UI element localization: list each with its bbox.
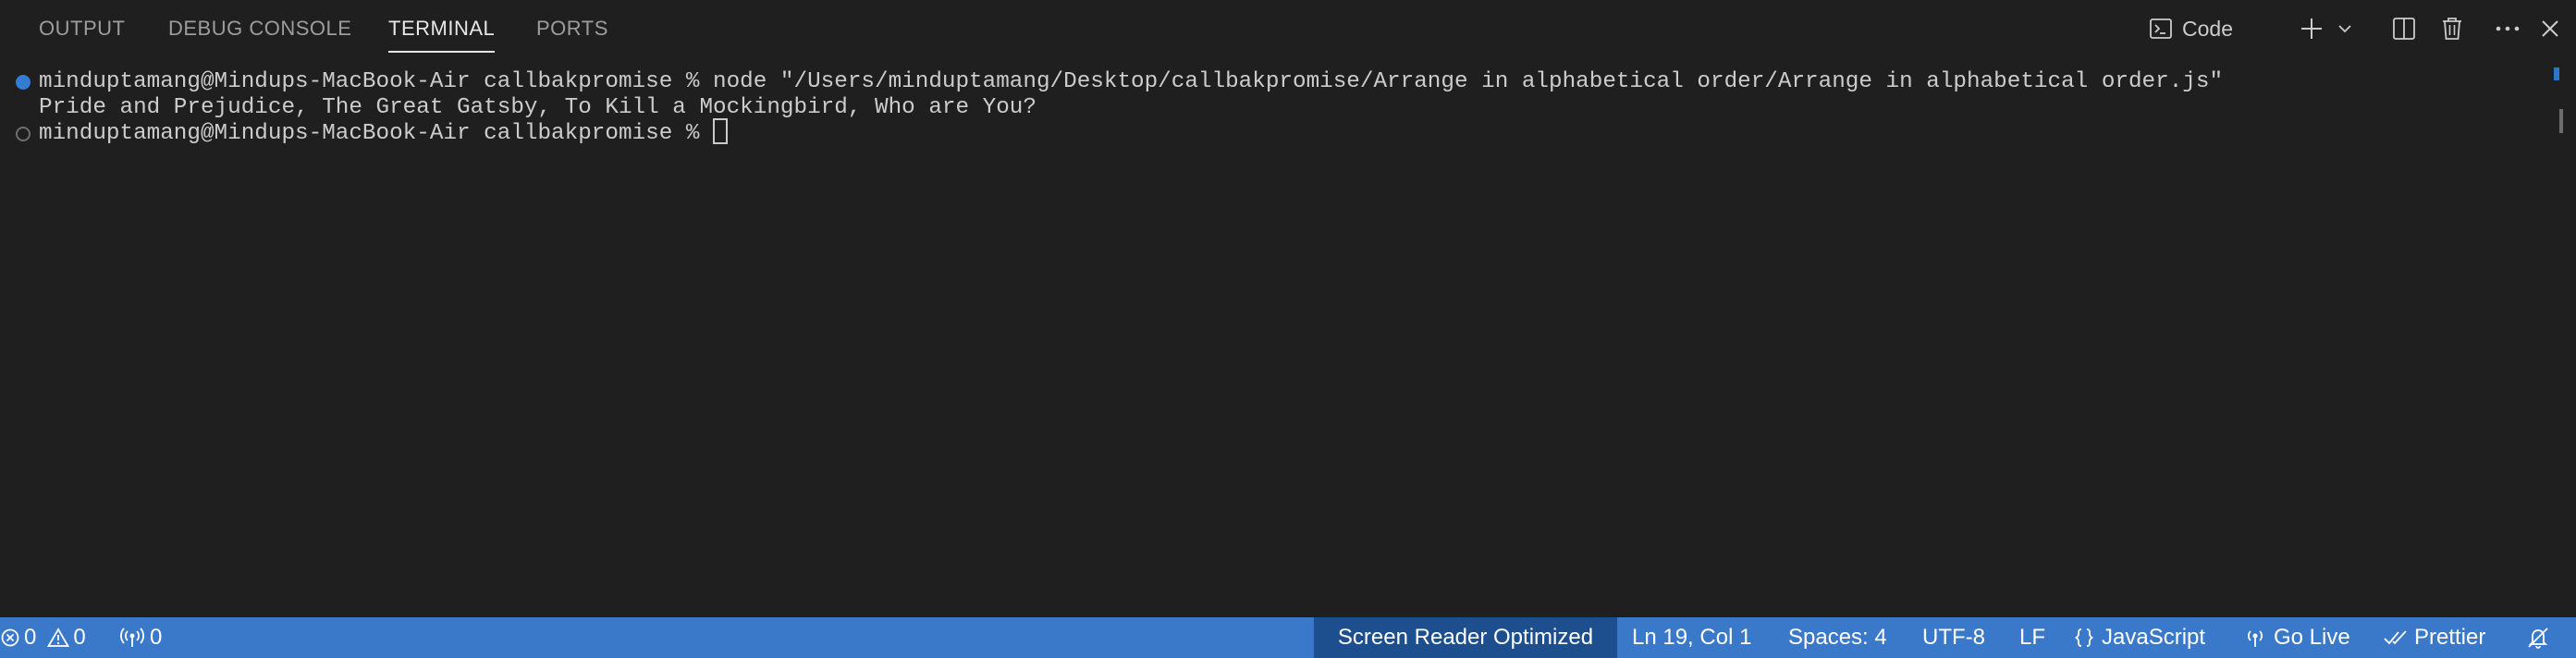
close-icon — [2540, 18, 2560, 39]
terminal-prompt-line: minduptamang@Mindups-MacBook-Air callbak… — [39, 117, 729, 147]
bell-slash-icon — [2526, 626, 2550, 650]
more-actions-button[interactable] — [2489, 10, 2526, 47]
close-panel-button[interactable] — [2532, 10, 2569, 47]
problems-indicator[interactable]: 0 0 — [0, 617, 92, 658]
screen-reader-label: Screen Reader Optimized — [1337, 625, 1594, 650]
broadcast-icon — [120, 627, 144, 649]
broadcast-icon — [2244, 627, 2266, 649]
cursor-position-label: Ln 19, Col 1 — [1632, 625, 1752, 650]
error-icon — [0, 628, 20, 648]
command-success-decoration[interactable] — [16, 75, 31, 90]
cursor-position[interactable]: Ln 19, Col 1 — [1632, 617, 1751, 658]
warning-icon — [47, 628, 70, 648]
terminal-name-button[interactable]: Code — [2149, 10, 2288, 47]
terminal-line: Pride and Prejudice, The Great Gatsby, T… — [39, 95, 1037, 120]
command-default-decoration[interactable] — [16, 127, 31, 141]
ellipsis-icon — [2495, 24, 2521, 33]
split-terminal-button[interactable] — [2386, 10, 2423, 47]
active-tab-indicator — [388, 51, 496, 53]
end-of-line[interactable]: LF — [2019, 617, 2045, 658]
tab-label: PORTS — [536, 17, 608, 40]
warning-count: 0 — [73, 625, 86, 650]
vscode-panel: OUTPUT DEBUG CONSOLE TERMINAL PORTS Code… — [0, 0, 2576, 658]
prettier-status[interactable]: Prettier — [2383, 617, 2485, 658]
new-terminal-button[interactable] — [2293, 10, 2330, 47]
terminal-cursor — [713, 117, 729, 144]
tab-ports[interactable]: PORTS — [536, 0, 608, 57]
tab-label: OUTPUT — [39, 17, 126, 40]
trash-icon — [2440, 16, 2464, 42]
indentation-label: Spaces: 4 — [1788, 625, 1887, 650]
language-label: JavaScript — [2102, 625, 2206, 650]
language-mode[interactable]: JavaScript — [2074, 617, 2205, 658]
go-live-button[interactable]: Go Live — [2244, 617, 2350, 658]
eol-label: LF — [2019, 625, 2046, 650]
terminal-scrollbar[interactable] — [2559, 109, 2563, 133]
terminal-prompt: minduptamang@Mindups-MacBook-Air callbak… — [39, 121, 714, 146]
tab-label: TERMINAL — [388, 17, 496, 40]
terminal-line: minduptamang@Mindups-MacBook-Air callbak… — [39, 69, 2224, 94]
double-check-icon — [2383, 628, 2409, 648]
terminal-dropdown-button[interactable] — [2332, 10, 2358, 47]
chevron-down-icon — [2337, 20, 2353, 37]
terminal-name-label: Code — [2182, 16, 2233, 41]
ports-count: 0 — [150, 625, 163, 650]
plus-icon — [2299, 16, 2325, 42]
screen-reader-mode[interactable]: Screen Reader Optimized — [1314, 617, 1617, 658]
go-live-label: Go Live — [2274, 625, 2350, 650]
split-editor-icon — [2391, 16, 2417, 42]
tab-output[interactable]: OUTPUT — [39, 0, 125, 57]
tab-debug-console[interactable]: DEBUG CONSOLE — [168, 0, 351, 57]
tab-label: DEBUG CONSOLE — [168, 17, 352, 40]
overview-ruler-mark — [2554, 67, 2559, 80]
status-bar: 0 0 0 Screen Reader Optimized Ln 19, Col… — [0, 617, 2576, 658]
prettier-label: Prettier — [2414, 625, 2486, 650]
terminal-output[interactable]: minduptamang@Mindups-MacBook-Air callbak… — [0, 57, 2552, 617]
encoding[interactable]: UTF-8 — [1922, 617, 1985, 658]
terminal-icon — [2149, 17, 2173, 41]
panel-header: OUTPUT DEBUG CONSOLE TERMINAL PORTS Code — [0, 0, 2576, 57]
notifications-button[interactable] — [2526, 617, 2550, 658]
indentation[interactable]: Spaces: 4 — [1788, 617, 1887, 658]
tab-terminal[interactable]: TERMINAL — [388, 0, 496, 57]
forwarded-ports-indicator[interactable]: 0 — [120, 617, 162, 658]
encoding-label: UTF-8 — [1922, 625, 1985, 650]
kill-terminal-button[interactable] — [2434, 10, 2471, 47]
error-count: 0 — [24, 625, 37, 650]
curly-braces-icon — [2074, 627, 2094, 649]
